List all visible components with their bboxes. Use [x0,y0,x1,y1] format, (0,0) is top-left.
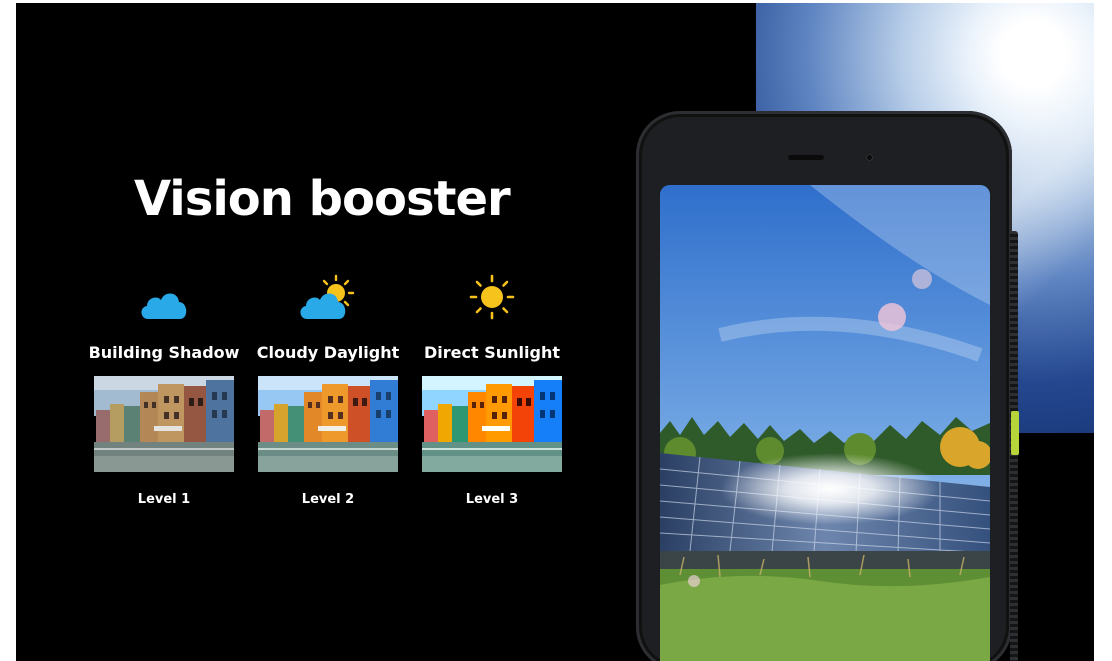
level-label: Level 1 [137,492,191,507]
front-camera [866,154,873,161]
banner: Vision booster Building Shadow Level 1 C… [16,3,1094,661]
mode-label: Building Shadow [88,343,240,362]
cloud-icon [84,273,244,321]
sun-behind-cloud-icon [248,273,408,321]
solar-panel-photo [660,185,990,661]
level-label: Level 2 [301,492,355,507]
mode-cloudy-daylight: Cloudy Daylight Level 2 [248,273,408,507]
mode-building-shadow: Building Shadow Level 1 [84,273,244,507]
preview-image [94,376,234,472]
earpiece-speaker [788,155,824,160]
preview-image [258,376,398,472]
device-screen [660,185,990,661]
page-title: Vision booster [134,171,511,227]
preview-image [422,376,562,472]
mode-label: Direct Sunlight [424,343,560,362]
sun-icon [412,273,572,321]
mode-label: Cloudy Daylight [256,343,400,362]
mode-direct-sunlight: Direct Sunlight Level 3 [412,273,572,507]
level-label: Level 3 [465,492,519,507]
side-key [1011,411,1019,455]
tablet-device [636,111,1019,661]
